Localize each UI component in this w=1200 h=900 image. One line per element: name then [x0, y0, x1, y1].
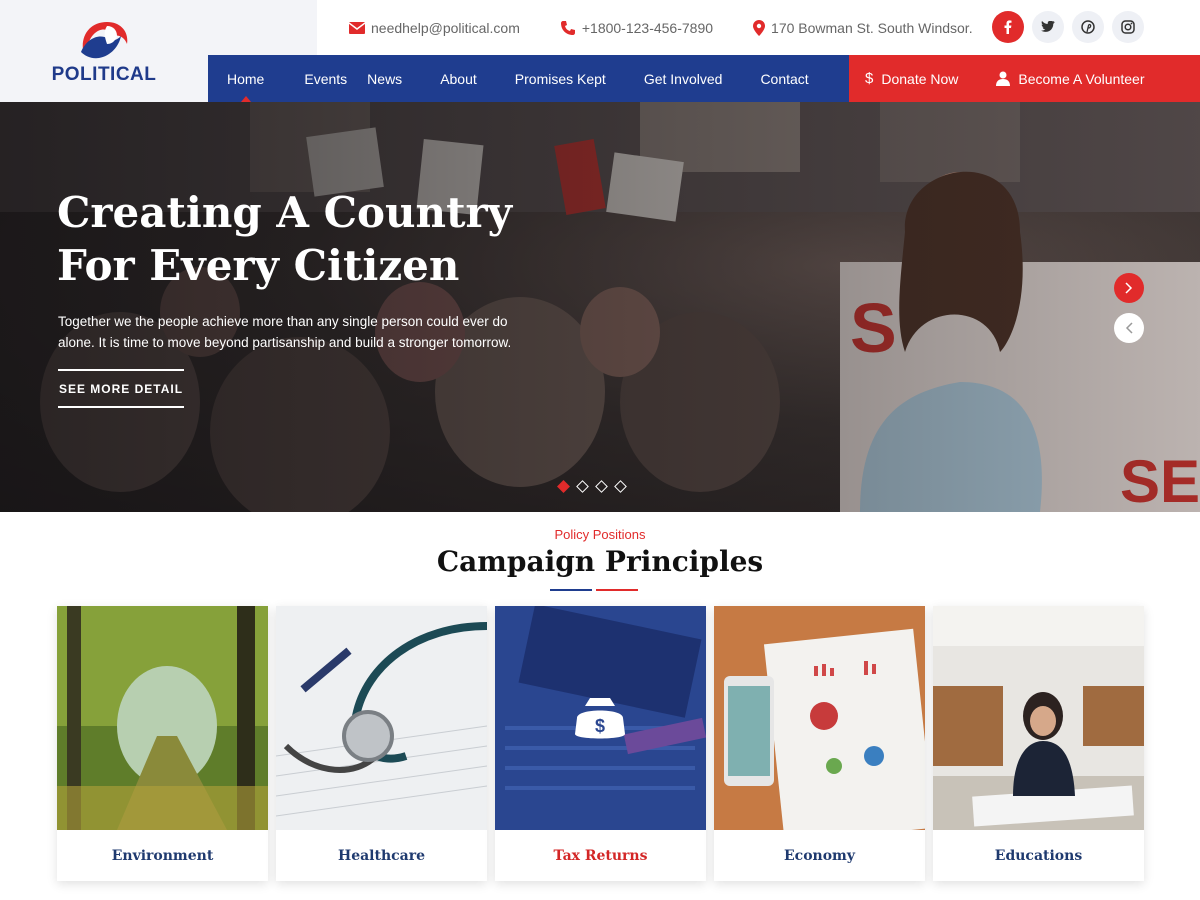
svg-text:$: $	[595, 716, 605, 736]
instagram-icon[interactable]	[1112, 11, 1144, 43]
social-links	[992, 11, 1144, 43]
phone-icon	[560, 20, 575, 35]
nav-promises-kept[interactable]: Promises Kept	[496, 55, 625, 102]
twitter-icon[interactable]	[1032, 11, 1064, 43]
nav-promises-label: Promises Kept	[514, 70, 606, 87]
facebook-icon[interactable]	[992, 11, 1024, 43]
divider-red	[596, 589, 638, 591]
topbar-spacer	[208, 0, 317, 55]
slider-dot[interactable]	[614, 480, 627, 493]
nav-contact-label: Contact	[760, 70, 809, 87]
card-label: Tax Returns	[553, 847, 648, 864]
logo[interactable]: POLITICAL	[0, 0, 208, 102]
hero-overlay	[0, 102, 1200, 512]
email-text: needhelp@political.com	[371, 19, 520, 36]
map-pin-icon	[753, 19, 766, 36]
principles-cards: Environment Healthcare $ Tax Returns Eco…	[57, 606, 1144, 881]
card-healthcare[interactable]: Healthcare	[276, 606, 487, 881]
card-environment[interactable]: Environment	[57, 606, 268, 881]
phone-contact[interactable]: +1800-123-456-7890	[560, 20, 713, 36]
address-contact: 170 Bowman St. South Windsor.	[753, 19, 973, 36]
nav-events-label: Events	[304, 70, 348, 87]
title-divider	[550, 589, 638, 591]
card-tax-returns[interactable]: $ Tax Returns	[495, 606, 706, 881]
section-kicker: Policy Positions	[554, 527, 646, 542]
nav-about-label: About	[440, 70, 477, 87]
slider-dot[interactable]	[595, 480, 608, 493]
nav-events[interactable]: Events	[283, 55, 366, 102]
healthcare-image	[276, 606, 487, 830]
divider-blue	[550, 589, 592, 591]
cta-bar: $ Donate Now Become A Volunteer	[849, 55, 1200, 102]
nav-about[interactable]: About	[421, 55, 496, 102]
address-text: 170 Bowman St. South Windsor.	[771, 19, 973, 36]
user-icon	[996, 71, 1011, 86]
hero-title: Creating A Country For Every Citizen	[57, 186, 577, 292]
see-more-detail-button[interactable]: SEE MORE DETAIL	[58, 369, 184, 408]
donate-label: Donate Now	[881, 70, 959, 87]
card-label: Healthcare	[337, 847, 426, 864]
volunteer-label: Become A Volunteer	[1018, 70, 1145, 87]
environment-image	[57, 606, 268, 830]
nav-home-label: Home	[227, 70, 265, 87]
card-economy[interactable]: Economy	[714, 606, 925, 881]
card-educations[interactable]: Educations	[933, 606, 1144, 881]
nav-news[interactable]: News	[366, 55, 421, 102]
tax-returns-image: $	[495, 606, 706, 830]
hero-title-line1: Creating A Country	[57, 188, 513, 237]
logo-mark-icon	[77, 16, 131, 62]
card-label: Educations	[994, 847, 1083, 864]
nav-get-involved-label: Get Involved	[643, 70, 723, 87]
hero-slider: S SE Creating A Country For Every Citize…	[0, 102, 1200, 512]
nav-contact[interactable]: Contact	[741, 55, 827, 102]
envelope-icon	[349, 21, 365, 34]
economy-image	[714, 606, 925, 830]
slider-dot[interactable]	[576, 480, 589, 493]
section-title: Campaign Principles	[436, 545, 764, 578]
email-contact[interactable]: needhelp@political.com	[349, 20, 520, 36]
slider-next-icon[interactable]	[1114, 273, 1144, 303]
educations-image	[933, 606, 1144, 830]
donate-button[interactable]: $ Donate Now	[849, 70, 980, 87]
hero-subtitle: Together we the people achieve more than…	[58, 314, 512, 350]
slider-dots	[557, 480, 627, 493]
slider-dot[interactable]	[557, 480, 570, 493]
hero-title-line2: For Every Citizen	[57, 241, 460, 290]
phone-text: +1800-123-456-7890	[581, 19, 714, 36]
dollar-icon: $	[865, 70, 874, 87]
nav-get-involved[interactable]: Get Involved	[625, 55, 742, 102]
main-nav: Home Events News About Promises Kept Get…	[208, 55, 849, 102]
brand-name: POLITICAL	[51, 64, 157, 85]
volunteer-button[interactable]: Become A Volunteer	[980, 71, 1166, 87]
slider-prev-icon[interactable]	[1114, 313, 1144, 343]
card-label: Economy	[784, 847, 855, 864]
card-label: Environment	[111, 847, 214, 864]
pinterest-icon[interactable]	[1072, 11, 1104, 43]
nav-home[interactable]: Home	[208, 55, 283, 102]
nav-news-label: News	[367, 70, 403, 87]
